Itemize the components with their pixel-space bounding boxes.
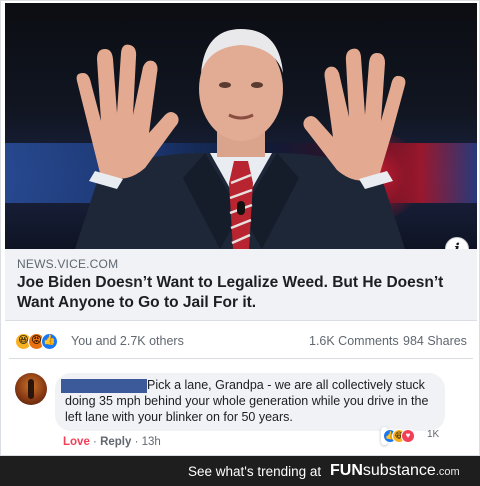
commenter-avatar[interactable] (15, 373, 47, 405)
comment-actions: Love · Reply · 13h (63, 436, 161, 448)
like-icon[interactable]: 👍 (41, 333, 58, 350)
link-preview[interactable]: NEWS.VICE.COM Joe Biden Doesn’t Want to … (5, 249, 477, 321)
brand-com: .com (435, 466, 460, 478)
brand-substance: substance (362, 462, 436, 479)
reactions-summary[interactable]: You and 2.7K others (71, 334, 184, 348)
comment-reactions[interactable]: 👍 😆 ♥ 1K (381, 427, 439, 445)
divider (9, 358, 473, 359)
facebook-post-card: i NEWS.VICE.COM Joe Biden Doesn’t Want t… (0, 0, 480, 456)
comment-bubble: Pick a lane, Grandpa - we are all collec… (55, 373, 445, 431)
avatar-figure (28, 379, 34, 399)
separator-dot: · (134, 436, 142, 448)
reply-button[interactable]: Reply (100, 436, 131, 448)
comments-count[interactable]: 1.6K Comments (309, 334, 399, 348)
speaker-figure (75, 29, 406, 249)
link-headline[interactable]: Joe Biden Doesn’t Want to Legalize Weed.… (17, 273, 467, 313)
watermark-footer: See what's trending at FUNsubstance.com (0, 456, 480, 486)
comment-timestamp[interactable]: 13h (142, 436, 161, 448)
trending-text: See what's trending at (188, 464, 322, 479)
shares-count[interactable]: 984 Shares (403, 334, 467, 348)
brand-fun: FUN (330, 462, 363, 479)
comment-text: Pick a lane, Grandpa - we are all collec… (65, 378, 429, 424)
love-action[interactable]: Love (63, 436, 90, 448)
funsubstance-logo[interactable]: FUNsubstance.com (330, 462, 460, 480)
link-domain: NEWS.VICE.COM (17, 257, 119, 271)
comment-reaction-count: 1K (427, 429, 440, 440)
post-stats-bar: 😆 😡 👍 You and 2.7K others 1.6K Comments … (15, 331, 469, 353)
article-photo[interactable] (5, 3, 477, 249)
love-icon: ♥ (401, 429, 415, 443)
